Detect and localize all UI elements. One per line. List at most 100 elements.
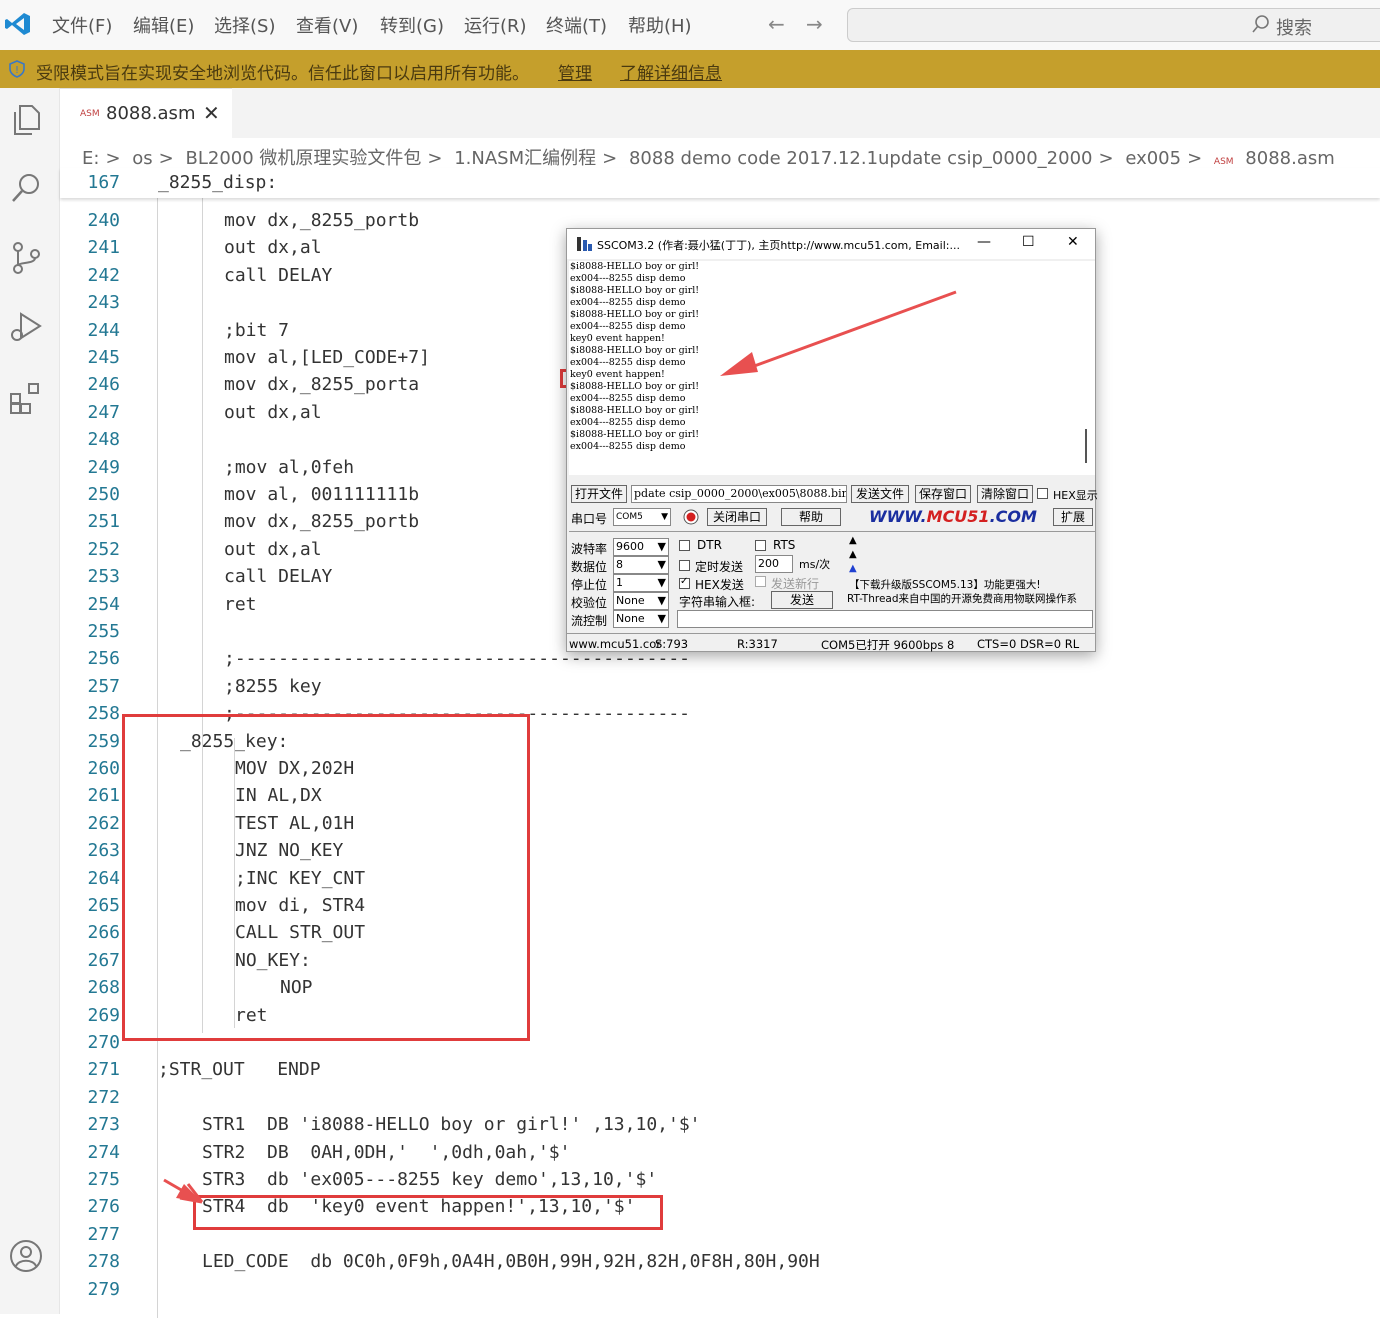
scroll-middle-icon[interactable]: ▲ (849, 549, 857, 560)
brand-mcu: MCU51 (926, 507, 990, 526)
dtr-checkbox[interactable] (679, 540, 690, 551)
tab-8088-asm[interactable]: ASM 8088.asm ✕ (60, 88, 232, 138)
breadcrumb-item[interactable]: 1.NASM汇编例程 (454, 148, 596, 169)
code-line[interactable]: ;mov al,0feh (224, 457, 354, 478)
tab-label: 8088.asm (106, 103, 196, 124)
explorer-icon[interactable] (8, 102, 44, 138)
maximize-icon[interactable]: ☐ (1022, 234, 1035, 250)
code-line[interactable]: call DELAY (224, 265, 332, 286)
menu-view[interactable]: 查看(V) (296, 12, 358, 38)
baud-select[interactable]: 9600 ▼ (613, 538, 669, 556)
code-line[interactable]: mov dx,_8255_portb (224, 210, 419, 231)
sticky-scroll-line[interactable]: 167 _8255_disp: (60, 168, 1380, 198)
port-select[interactable]: COM5 ▼ (613, 508, 671, 526)
mcu51-brand-link[interactable]: WWW.MCU51.COM (869, 507, 1037, 526)
code-line[interactable]: ;bit 7 (224, 320, 289, 341)
data-bits-label: 数据位 (571, 560, 608, 574)
scrollbar-thumb[interactable] (1085, 429, 1087, 463)
code-line[interactable]: ;STR_OUT ENDP (158, 1059, 321, 1080)
code-line[interactable]: STR1 DB 'i8088-HELLO boy or girl!' ,13,1… (202, 1114, 701, 1135)
manage-link[interactable]: 管理 (558, 59, 592, 84)
line-number: 254 (87, 593, 120, 615)
string-input-field[interactable] (677, 610, 1093, 628)
chevron-right-icon: > (602, 148, 618, 169)
close-icon[interactable]: ✕ (1067, 234, 1079, 250)
menu-edit[interactable]: 编辑(E) (133, 12, 194, 38)
sscom-app-icon (577, 237, 592, 251)
expand-button[interactable]: 扩展 (1053, 508, 1093, 526)
line-number: 266 (87, 922, 120, 944)
code-line[interactable]: ;8255 key (224, 676, 322, 697)
stop-bits-select[interactable]: 1 ▼ (613, 574, 669, 592)
timed-send-checkbox[interactable] (679, 560, 690, 571)
code-line[interactable]: LED_CODE db 0C0h,0F9h,0A4H,0B0H,99H,92H,… (202, 1251, 820, 1272)
code-line[interactable]: STR2 DB 0AH,0DH,' ',0dh,0ah,'$' (202, 1142, 570, 1163)
send-newline-checkbox[interactable] (755, 576, 766, 587)
source-control-icon[interactable] (8, 240, 44, 276)
back-arrow-icon[interactable]: ← (768, 12, 785, 36)
help-button[interactable]: 帮助 (781, 508, 841, 526)
save-window-button[interactable]: 保存窗口 (915, 485, 971, 503)
asm-file-icon: ASM (1213, 157, 1234, 167)
status-recv-count: R:3317 (737, 637, 778, 651)
forward-arrow-icon[interactable]: → (806, 12, 823, 36)
code-line[interactable]: out dx,al (224, 402, 322, 423)
menu-goto[interactable]: 转到(G) (380, 12, 444, 38)
sscom-titlebar[interactable]: SSCOM3.2 (作者:聂小猛(丁丁), 主页http://www.mcu51… (567, 229, 1095, 259)
interval-field[interactable]: 200 (755, 555, 793, 573)
status-sent-count: S:793 (655, 637, 689, 651)
scroll-up-icon[interactable]: ▲ (849, 535, 857, 546)
hex-send-checkbox[interactable]: ✓ (679, 576, 690, 589)
breadcrumb-item[interactable]: 8088 demo code 2017.12.1update csip_0000… (629, 148, 1093, 169)
ad-line-1[interactable]: 【下载升级版SSCOM5.13】功能更强大! (849, 577, 1041, 592)
code-line[interactable]: mov al, 001111111b (224, 484, 419, 505)
menu-file[interactable]: 文件(F) (52, 12, 112, 38)
rts-label: RTS (773, 538, 796, 552)
code-line[interactable]: mov dx,_8255_portb (224, 511, 419, 532)
breadcrumb-item[interactable]: ex005 (1125, 148, 1181, 169)
code-line[interactable]: out dx,al (224, 539, 322, 560)
line-number: 242 (87, 264, 120, 286)
rts-checkbox[interactable] (755, 540, 766, 551)
breadcrumb-item[interactable]: E: (82, 148, 99, 169)
code-line[interactable]: call DELAY (224, 566, 332, 587)
breadcrumb-item[interactable]: 8088.asm (1245, 148, 1334, 169)
hex-display-checkbox[interactable] (1037, 488, 1048, 499)
send-button[interactable]: 发送 (771, 591, 833, 609)
menu-run[interactable]: 运行(R) (464, 12, 527, 38)
flow-control-select[interactable]: None ▼ (613, 610, 669, 628)
terminal-scrollbar[interactable] (1079, 261, 1095, 475)
menu-terminal[interactable]: 终端(T) (546, 12, 607, 38)
ad-line-2[interactable]: RT-Thread来自中国的开源免费商用物联网操作系 (847, 591, 1095, 606)
restricted-mode-text: 受限模式旨在实现安全地浏览代码。信任此窗口以启用所有功能。 (36, 64, 529, 84)
open-file-button[interactable]: 打开文件 (571, 485, 627, 503)
code-line[interactable]: mov dx,_8255_porta (224, 374, 419, 395)
close-icon[interactable]: ✕ (203, 101, 220, 125)
line-number: 262 (87, 812, 120, 834)
learn-more-link[interactable]: 了解详细信息 (620, 59, 722, 84)
code-line[interactable]: mov al,[LED_CODE+7] (224, 347, 430, 368)
file-path-field[interactable]: pdate csip_0000_2000\ex005\8088.bin (631, 485, 847, 503)
breadcrumb-item[interactable]: BL2000 微机原理实验文件包 (185, 148, 421, 169)
clear-window-button[interactable]: 清除窗口 (977, 485, 1033, 503)
send-file-button[interactable]: 发送文件 (851, 485, 909, 503)
parity-select[interactable]: None ▼ (613, 592, 669, 610)
close-port-button[interactable]: 关闭串口 (707, 508, 767, 526)
scroll-down-icon[interactable]: ▲ (849, 563, 857, 574)
account-icon[interactable] (8, 1238, 44, 1274)
menu-selection[interactable]: 选择(S) (214, 12, 275, 38)
breadcrumb-item[interactable]: os (132, 148, 152, 169)
code-line[interactable]: out dx,al (224, 237, 322, 258)
code-line[interactable]: STR3 db 'ex005---8255 key demo',13,10,'$… (202, 1169, 657, 1190)
data-bits-value: 8 (616, 558, 623, 571)
data-bits-select[interactable]: 8 ▼ (613, 556, 669, 574)
line-number: 260 (87, 758, 120, 779)
menu-help[interactable]: 帮助(H) (628, 12, 692, 38)
minimize-icon[interactable]: — (977, 234, 991, 250)
chevron-down-icon: ▼ (657, 594, 666, 607)
search-sidebar-icon[interactable] (8, 170, 44, 206)
extensions-icon[interactable] (8, 380, 44, 416)
code-line[interactable]: ret (224, 594, 257, 615)
run-debug-icon[interactable] (8, 308, 44, 344)
baud-value: 9600 (616, 540, 644, 553)
